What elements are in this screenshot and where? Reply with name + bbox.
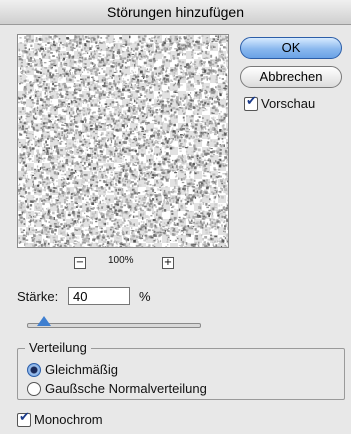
radio-gaussian[interactable] [27,382,41,396]
checkmark-icon: ✔ [246,94,257,109]
distribution-legend: Verteilung [25,340,91,355]
zoom-out-button[interactable]: − [74,257,86,269]
radio-uniform[interactable] [27,363,41,377]
zoom-level: 100% [108,255,134,266]
ok-button[interactable]: OK [240,37,342,59]
radio-gaussian-label: Gaußsche Normalverteilung [45,381,207,396]
noise-preview-canvas [18,35,228,247]
dialog-title: Störungen hinzufügen [0,0,351,25]
radio-uniform-label: Gleichmäßig [45,362,118,377]
zoom-in-button[interactable]: + [162,257,174,269]
preview-checkbox[interactable]: ✔ [244,94,258,111]
monochrome-label: Monochrom [34,412,103,427]
amount-slider-thumb[interactable] [37,316,52,326]
amount-input[interactable] [68,287,130,305]
amount-slider-track[interactable] [27,323,201,328]
cancel-button[interactable]: Abbrechen [240,66,342,88]
amount-unit: % [139,289,151,304]
preview-image[interactable] [17,34,229,248]
preview-checkbox-label: Vorschau [261,96,316,111]
monochrome-checkbox[interactable]: ✔ [17,410,31,427]
amount-label: Stärke: [17,289,59,304]
checkmark-icon: ✔ [19,410,30,425]
